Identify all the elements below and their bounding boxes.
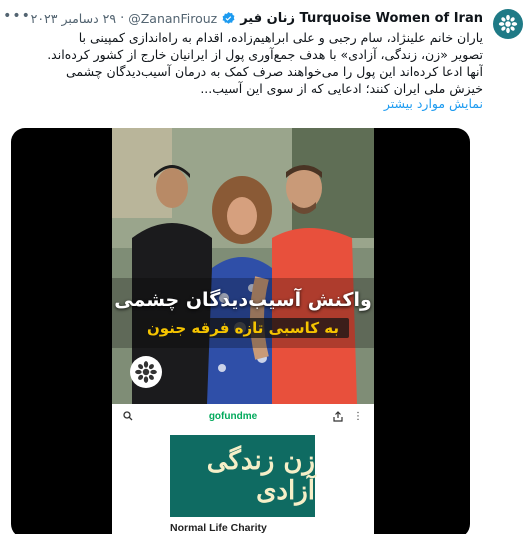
tweet-text: یاران خانم علینژاد، سام رجبی و علی ابراه… [8, 29, 483, 97]
tweet-text-line: یاران خانم علینژاد، سام رجبی و علی ابراه… [78, 30, 483, 45]
video-headline: واکنش آسیب‌دیدگان چشمی [114, 289, 372, 311]
tweet-text-line: خیزش ملی ایران کنند؛ ادعایی که از سوی ای… [200, 81, 483, 96]
video-subhead-container: به کاسبی تازه فرقه جنون [112, 318, 374, 338]
tweet-text-line: تصویر «زن، زندگی، آزادی» با هدف جمع‌آوری… [47, 47, 483, 62]
share-icon [332, 410, 344, 422]
display-name[interactable]: Turquoise Women of Iran زنان فیر [240, 11, 483, 26]
tweet-date[interactable]: ۲۹ دسامبر ۲۰۲۳ [31, 11, 116, 26]
video-subhead: به کاسبی تازه فرقه جنون [137, 318, 349, 338]
charity-name: Normal Life Charity [170, 522, 267, 534]
more-options-button[interactable]: ••• [3, 6, 31, 26]
channel-watermark [130, 356, 162, 388]
turquoise-women-watermark-icon [135, 361, 157, 383]
video-frame[interactable]: واکنش آسیب‌دیدگان چشمی به کاسبی تازه فرق… [112, 128, 374, 534]
tweet-text-line: آنها ادعا کرده‌اند این پول را می‌خواهند … [65, 64, 483, 79]
handle[interactable]: @ZananFirouz [128, 11, 217, 26]
gofundme-logo: gofundme [208, 410, 258, 422]
tweet-header: Turquoise Women of Iran زنان فیر @ZananF… [6, 8, 483, 28]
turquoise-women-logo-icon [498, 14, 518, 34]
gofundme-toolbar: gofundme ⋮ [112, 404, 374, 428]
gofundme-screenshot: gofundme ⋮ زن زندگی آزادی Normal Life Ch… [112, 404, 374, 534]
campaign-title: زن زندگی آزادی [206, 446, 315, 506]
tweet[interactable]: Turquoise Women of Iran زنان فیر @ZananF… [0, 0, 531, 534]
avatar[interactable] [493, 9, 523, 39]
show-more-link[interactable]: نمایش موارد بیشتر [384, 96, 483, 111]
verified-badge-icon [222, 11, 235, 24]
separator: · [120, 10, 125, 26]
more-icon: ••• [3, 8, 31, 24]
search-icon [122, 410, 134, 422]
menu-icon: ⋮ [352, 410, 363, 422]
media-container[interactable]: واکنش آسیب‌دیدگان چشمی به کاسبی تازه فرق… [11, 128, 470, 534]
campaign-image: زن زندگی آزادی [170, 435, 315, 517]
